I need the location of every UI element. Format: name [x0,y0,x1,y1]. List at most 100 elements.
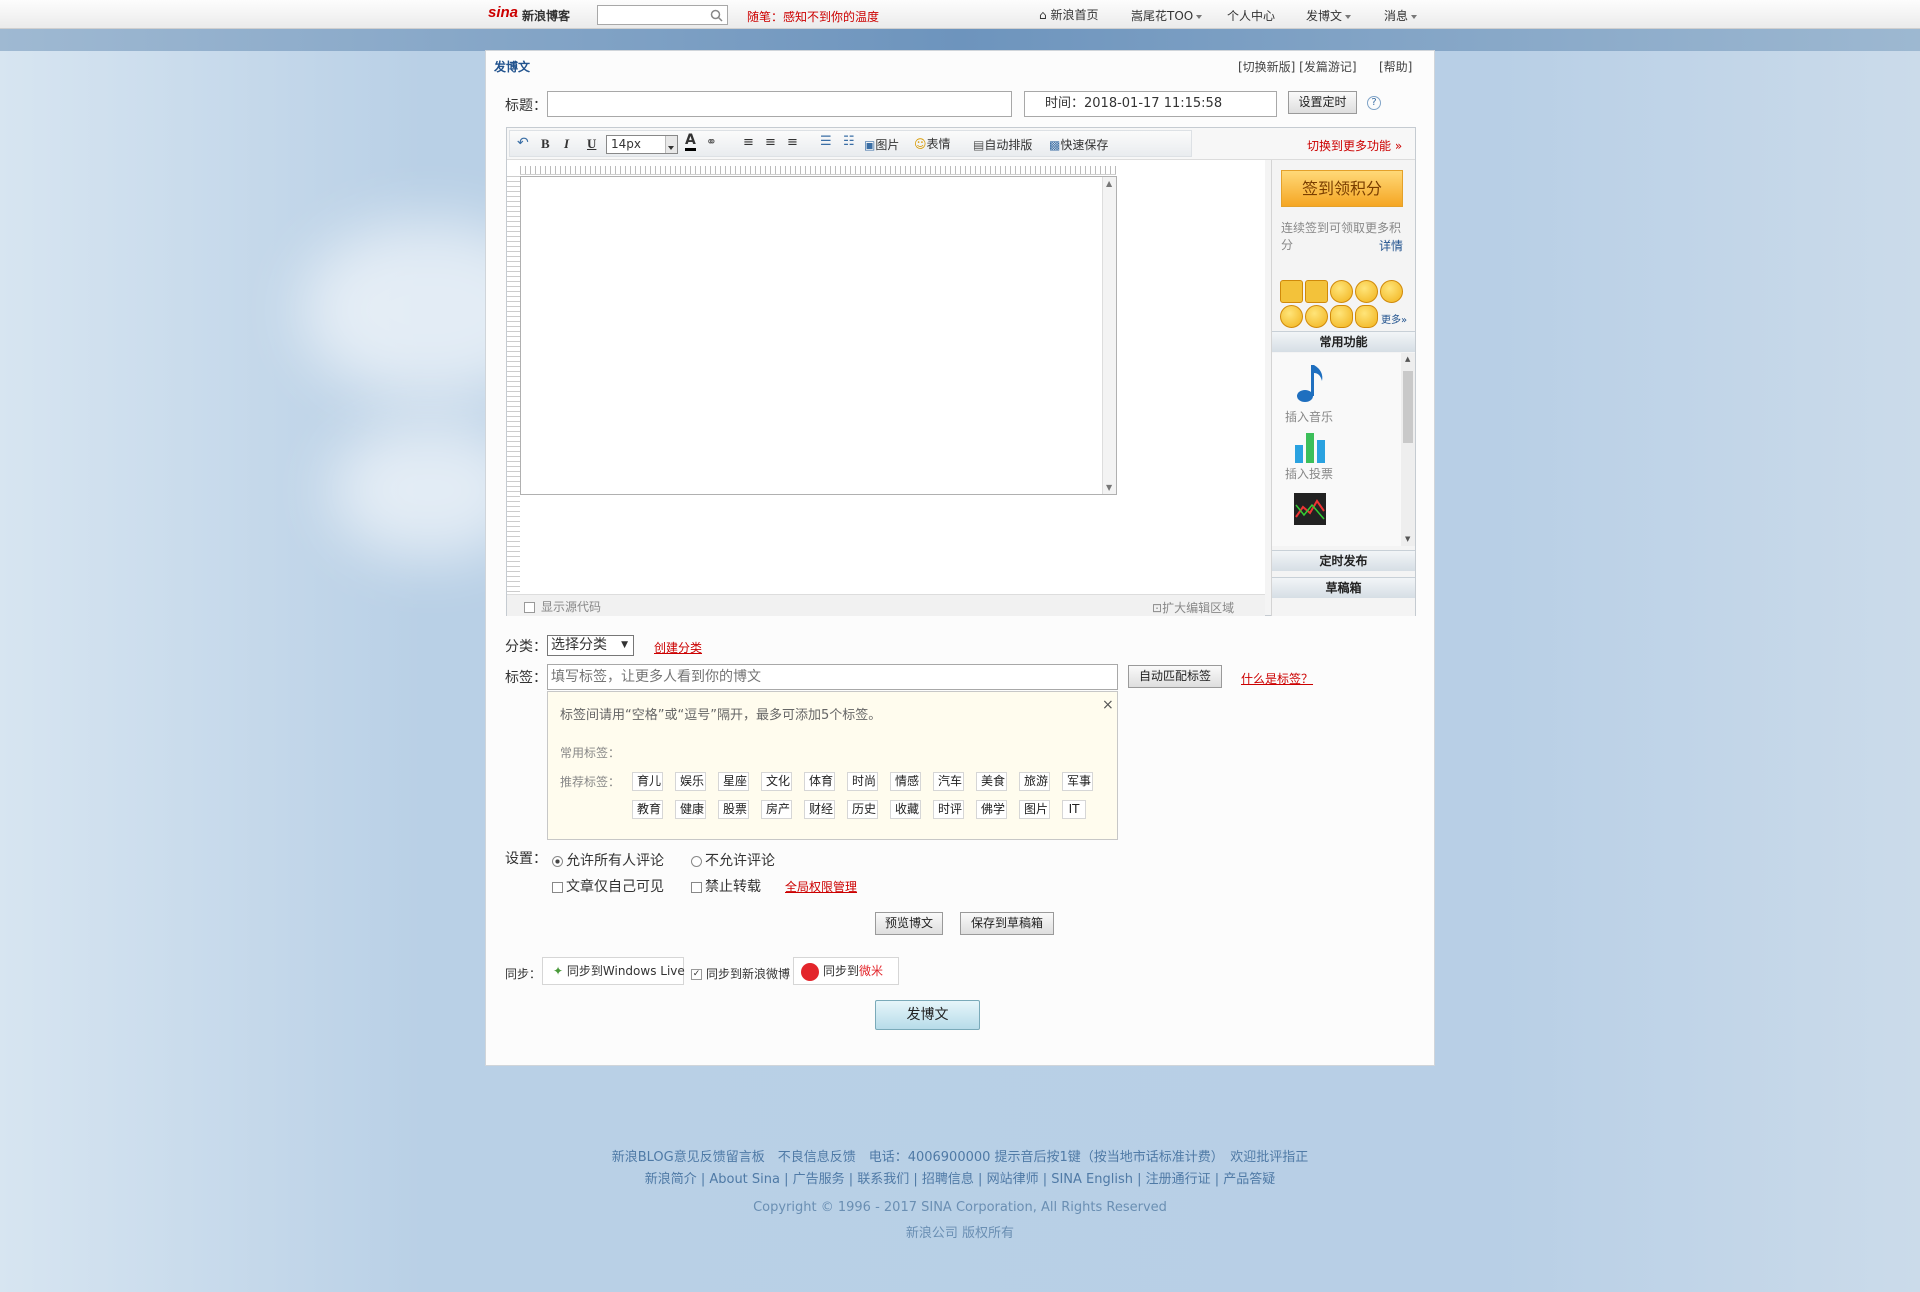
tag-item[interactable]: 财经 [804,800,835,819]
align-left-icon[interactable]: ≡ [743,135,754,150]
common-functions-header[interactable]: 常用功能 [1272,331,1415,352]
sync-windows-live-button[interactable]: ✦ 同步到Windows Live [542,957,685,985]
bold-icon[interactable]: B [541,136,550,152]
emoji-icon[interactable] [1355,305,1378,328]
details-link[interactable]: 详情 [1379,237,1403,254]
preview-button[interactable]: 预览博文 [875,912,943,935]
tag-item[interactable]: 情感 [890,772,921,791]
nav-user[interactable]: 嵩尾花TOO [1131,7,1203,24]
insert-image-button[interactable]: ▣图片 [864,136,899,153]
footer-links-2[interactable]: 新浪简介 | About Sina | 广告服务 | 联系我们 | 招聘信息 |… [0,1168,1920,1187]
nav-post[interactable]: 发博文 [1306,7,1352,24]
disallow-comments-radio[interactable]: 不允许评论 [691,850,775,870]
category-select[interactable]: 选择分类 ▼ [547,635,634,656]
nav-home[interactable]: ⌂ 新浪首页 [1039,6,1098,23]
no-repost-checkbox[interactable]: 禁止转载 [691,876,761,896]
scroll-down-icon[interactable]: ▼ [1405,535,1410,543]
tag-item[interactable]: 佛学 [976,800,1007,819]
undo-icon[interactable]: ↶ [517,135,529,151]
tag-item[interactable]: 旅游 [1019,772,1050,791]
emoji-icon[interactable] [1305,305,1328,328]
editor-body[interactable]: ▲ ▼ [520,176,1117,495]
align-right-icon[interactable]: ≡ [787,135,798,150]
create-category-link[interactable]: 创建分类 [654,639,702,656]
tag-item[interactable]: 美食 [976,772,1007,791]
insert-vote-label[interactable]: 插入投票 [1285,465,1333,482]
show-source-checkbox[interactable]: 显示源代码 [524,598,601,615]
underline-icon[interactable]: U [587,136,596,152]
stock-chart-icon[interactable] [1294,493,1326,525]
tag-item[interactable]: 军事 [1062,772,1093,791]
tag-item[interactable]: 汽车 [933,772,964,791]
sync-weibo-checkbox[interactable]: ✓ 同步到新浪微博 [691,965,790,982]
auto-layout-button[interactable]: ▤自动排版 [973,136,1032,153]
emoji-icon[interactable] [1380,280,1403,303]
tag-item[interactable]: 时评 [933,800,964,819]
tag-item[interactable]: 历史 [847,800,878,819]
functions-scrollbar[interactable]: ▲ ▼ [1401,353,1415,546]
italic-icon[interactable]: I [564,136,569,152]
emoji-icon[interactable] [1280,280,1303,303]
search-icon[interactable] [710,9,723,22]
tag-item[interactable]: 时尚 [847,772,878,791]
emoji-icon[interactable] [1330,305,1353,328]
align-center-icon[interactable]: ≡ [765,135,776,150]
font-size-select[interactable]: 14px [606,135,678,154]
tag-item[interactable]: IT [1062,800,1086,819]
bullet-list-icon[interactable]: ☰ [820,134,832,149]
tag-item[interactable]: 体育 [804,772,835,791]
emoji-icon[interactable] [1330,280,1353,303]
scheduled-publish-tab[interactable]: 定时发布 [1272,550,1415,571]
emoji-icon[interactable] [1355,280,1378,303]
drafts-tab[interactable]: 草稿箱 [1272,577,1415,598]
tag-item[interactable]: 星座 [718,772,749,791]
emoji-icon[interactable] [1280,305,1303,328]
music-note-icon[interactable] [1296,363,1326,403]
topbar-note[interactable]: 随笔：感知不到你的温度 [747,8,879,25]
tag-item[interactable]: 娱乐 [675,772,706,791]
sync-weimi-button[interactable]: 同步到微米 [793,957,899,985]
tag-item[interactable]: 文化 [761,772,792,791]
help-icon[interactable]: ? [1367,96,1381,110]
global-permission-link[interactable]: 全局权限管理 [785,878,857,895]
tag-item[interactable]: 育儿 [632,772,663,791]
tags-input[interactable] [547,664,1118,690]
schedule-button[interactable]: 设置定时 [1288,91,1357,114]
checkin-button[interactable]: 签到领积分 [1281,170,1403,207]
more-features-link[interactable]: 切换到更多功能 » [1307,137,1402,154]
expand-editor-button[interactable]: ⊡扩大编辑区域 [1152,599,1234,616]
nav-personal-center[interactable]: 个人中心 [1227,7,1275,24]
allow-all-comments-radio[interactable]: 允许所有人评论 [552,850,664,870]
font-color-icon[interactable]: A [685,133,696,151]
time-field[interactable]: 时间：2018-01-17 11:15:58 [1024,91,1277,117]
insert-music-label[interactable]: 插入音乐 [1285,408,1333,425]
search-input[interactable] [597,5,728,25]
tag-item[interactable]: 房产 [761,800,792,819]
tag-item[interactable]: 教育 [632,800,663,819]
scroll-up-icon[interactable]: ▲ [1106,179,1112,188]
title-input[interactable] [547,91,1012,117]
nav-messages[interactable]: 消息 [1384,7,1418,24]
tag-item[interactable]: 收藏 [890,800,921,819]
switch-version-links[interactable]: [切换新版] [发篇游记] [1238,58,1357,75]
scroll-up-icon[interactable]: ▲ [1405,355,1410,363]
help-link[interactable]: [帮助] [1379,58,1412,75]
link-icon[interactable]: ⚭ [706,135,717,150]
what-is-tag-link[interactable]: 什么是标签？ [1241,670,1313,687]
auto-match-tags-button[interactable]: 自动匹配标签 [1128,665,1222,688]
more-emoji-link[interactable]: 更多» [1381,311,1407,326]
tag-item[interactable]: 股票 [718,800,749,819]
blog-logo-text[interactable]: 新浪博客 [522,7,570,24]
tag-item[interactable]: 图片 [1019,800,1050,819]
scroll-thumb[interactable] [1403,371,1413,443]
scroll-down-icon[interactable]: ▼ [1106,483,1112,492]
editor-scrollbar[interactable]: ▲ ▼ [1102,177,1116,494]
close-icon[interactable]: × [1102,697,1114,713]
footer-links-1[interactable]: 新浪BLOG意见反馈留言板 不良信息反馈 电话：4006900000 提示音后按… [0,1146,1920,1165]
only-me-checkbox[interactable]: 文章仅自己可见 [552,876,664,896]
bar-chart-icon[interactable] [1293,431,1327,463]
sina-logo[interactable]: sina [488,4,518,21]
publish-button[interactable]: 发博文 [875,1000,980,1030]
tag-item[interactable]: 健康 [675,800,706,819]
save-draft-button[interactable]: 保存到草稿箱 [960,912,1054,935]
